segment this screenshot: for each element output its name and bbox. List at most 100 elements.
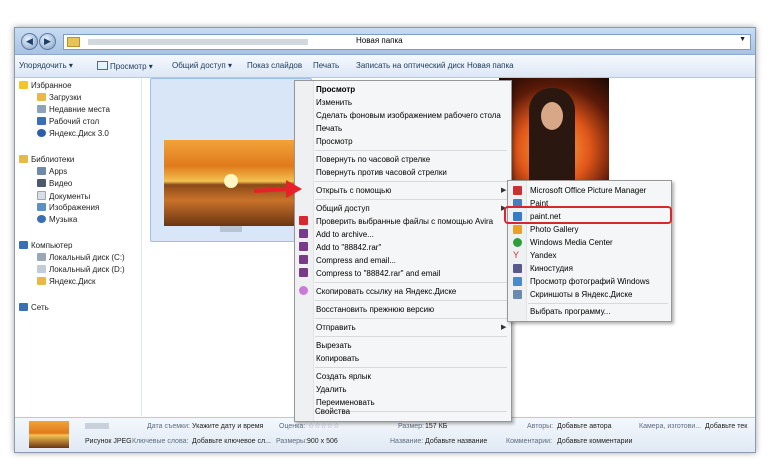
winrar-icon	[299, 242, 308, 251]
submenu-item-media-center[interactable]: Windows Media Center	[530, 238, 613, 247]
folder-icon	[37, 277, 46, 285]
back-button[interactable]: ◀	[21, 33, 38, 50]
sidebar-item-desktop[interactable]: Рабочий стол	[37, 117, 99, 126]
forward-button[interactable]: ▶	[39, 33, 56, 50]
share-button[interactable]: Общий доступ ▾	[172, 61, 232, 70]
dims-label: Размеры:	[276, 438, 308, 445]
sidebar-item-recent[interactable]: Недавние места	[37, 105, 110, 114]
menu-item-create-shortcut[interactable]: Создать ярлык	[316, 372, 371, 381]
sidebar-item-label: Документы	[49, 192, 91, 201]
sidebar-item-label: Apps	[49, 167, 68, 176]
sidebar-item-video[interactable]: Видео	[37, 179, 72, 188]
menu-separator	[315, 282, 507, 283]
submenu-item-photo-viewer[interactable]: Просмотр фотографий Windows	[530, 277, 650, 286]
apps-icon	[37, 167, 46, 175]
print-button[interactable]: Печать	[313, 61, 339, 70]
camera-value[interactable]: Добавьте тек	[705, 423, 747, 430]
rating-label: Оценка:	[279, 423, 306, 430]
view-icon	[97, 61, 108, 70]
rating-stars[interactable]: ☆☆☆☆☆	[308, 422, 339, 430]
menu-item-rotate-ccw[interactable]: Повернуть против часовой стрелки	[316, 168, 447, 177]
menu-item-preview[interactable]: Просмотр	[316, 85, 355, 94]
menu-item-edit[interactable]: Изменить	[316, 98, 352, 107]
sidebar-favorites[interactable]: Избранное	[19, 81, 72, 90]
submenu-item-picture-manager[interactable]: Microsoft Office Picture Manager	[530, 186, 646, 195]
menu-separator	[315, 336, 507, 337]
sun-shape	[224, 174, 238, 188]
view-button[interactable]: Просмотр ▾	[97, 61, 153, 71]
burn-button[interactable]: Записать на оптический диск	[356, 61, 464, 70]
sidebar-item-documents[interactable]: Документы	[37, 191, 90, 201]
sidebar-libraries[interactable]: Библиотеки	[19, 155, 74, 164]
menu-item-properties[interactable]: Свойства	[315, 407, 350, 416]
menu-item-yadisk-link[interactable]: Скопировать ссылку на Яндекс.Диске	[316, 287, 456, 296]
menu-item-copy[interactable]: Копировать	[316, 354, 359, 363]
details-filename-blurred	[85, 423, 109, 429]
submenu-item-movie-maker[interactable]: Киностудия	[530, 264, 573, 273]
sidebar-item-images[interactable]: Изображения	[37, 203, 99, 212]
menu-item-delete[interactable]: Удалить	[316, 385, 347, 394]
menu-item-avira[interactable]: Проверить выбранные файлы с помощью Avir…	[316, 217, 493, 226]
file-name-blurred	[220, 226, 242, 232]
menu-item-compress-rar-email[interactable]: Compress to "88842.rar" and email	[316, 269, 440, 278]
menu-item-print[interactable]: Печать	[316, 124, 342, 133]
organize-button[interactable]: Упорядочить ▾	[19, 61, 73, 70]
avira-icon	[299, 216, 308, 225]
title-label: Название:	[390, 438, 424, 445]
view-label: Просмотр ▾	[110, 62, 153, 71]
title-value[interactable]: Добавьте название	[425, 438, 487, 445]
sidebar-item-label: Яндекс.Диск	[49, 277, 96, 286]
details-thumbnail	[29, 421, 69, 448]
sidebar-item-drive-c[interactable]: Локальный диск (C:)	[37, 253, 125, 262]
chevron-down-icon[interactable]: ▼	[739, 36, 746, 43]
documents-icon	[37, 191, 46, 200]
authors-value[interactable]: Добавьте автора	[557, 423, 612, 430]
submenu-item-yadisk-screenshots[interactable]: Скриншоты в Яндекс.Диске	[530, 290, 632, 299]
sidebar-item-yadisk[interactable]: Яндекс.Диск 3.0	[37, 129, 109, 138]
menu-separator	[315, 318, 507, 319]
desktop-icon	[37, 117, 46, 125]
sidebar-item-yadisk-drive[interactable]: Яндекс.Диск	[37, 277, 96, 286]
sidebar-computer[interactable]: Компьютер	[19, 241, 72, 250]
menu-item-send-to[interactable]: Отправить	[316, 323, 356, 332]
tags-value[interactable]: Добавьте ключевое сл...	[192, 438, 271, 445]
slideshow-button[interactable]: Показ слайдов	[247, 61, 302, 70]
drive-icon	[37, 253, 46, 261]
submenu-item-yandex[interactable]: Yandex	[530, 251, 557, 260]
submenu-item-photo-gallery[interactable]: Photo Gallery	[530, 225, 578, 234]
camera-label: Камера, изготови...	[639, 423, 702, 430]
folder-icon	[67, 37, 80, 47]
address-path: Новая папка	[356, 36, 403, 45]
submenu-arrow-icon: ▶	[501, 324, 507, 331]
new-folder-button[interactable]: Новая папка	[467, 61, 514, 70]
address-bar[interactable]: Новая папка ▼	[63, 34, 751, 50]
sidebar-network[interactable]: Сеть	[19, 303, 49, 312]
submenu-arrow-icon: ▶	[501, 187, 507, 194]
menu-item-add-rar[interactable]: Add to "88842.rar"	[316, 243, 381, 252]
command-bar: Упорядочить ▾ Просмотр ▾ Общий доступ ▾ …	[15, 55, 755, 78]
sidebar-item-music[interactable]: Музыка	[37, 215, 77, 224]
date-value[interactable]: Укажите дату и время	[192, 423, 263, 430]
comments-label: Комментарии:	[506, 438, 553, 445]
screenshots-icon	[513, 290, 522, 299]
menu-item-view[interactable]: Просмотр	[316, 137, 353, 146]
menu-item-share[interactable]: Общий доступ	[316, 204, 370, 213]
sidebar-item-drive-d[interactable]: Локальный диск (D:)	[37, 265, 125, 274]
portrait-thumbnail[interactable]	[499, 78, 609, 196]
winrar-icon	[299, 268, 308, 277]
comments-value[interactable]: Добавьте комментарии	[557, 438, 632, 445]
yandex-disk-icon	[37, 129, 46, 137]
menu-item-restore-version[interactable]: Восстановить прежнюю версию	[316, 305, 434, 314]
menu-item-rotate-cw[interactable]: Повернуть по часовой стрелке	[316, 155, 430, 164]
menu-item-rename[interactable]: Переименовать	[316, 398, 375, 407]
media-center-icon	[513, 238, 522, 247]
sidebar-item-apps[interactable]: Apps	[37, 167, 67, 176]
sidebar-item-downloads[interactable]: Загрузки	[37, 93, 81, 102]
menu-item-open-with[interactable]: Открыть с помощью	[316, 186, 391, 195]
menu-item-cut[interactable]: Вырезать	[316, 341, 352, 350]
menu-item-compress-email[interactable]: Compress and email...	[316, 256, 396, 265]
submenu-item-choose-program[interactable]: Выбрать программу...	[530, 307, 610, 316]
recent-places-icon	[37, 105, 46, 113]
menu-item-add-archive[interactable]: Add to archive...	[316, 230, 374, 239]
menu-item-set-wallpaper[interactable]: Сделать фоновым изображением рабочего ст…	[316, 111, 501, 120]
